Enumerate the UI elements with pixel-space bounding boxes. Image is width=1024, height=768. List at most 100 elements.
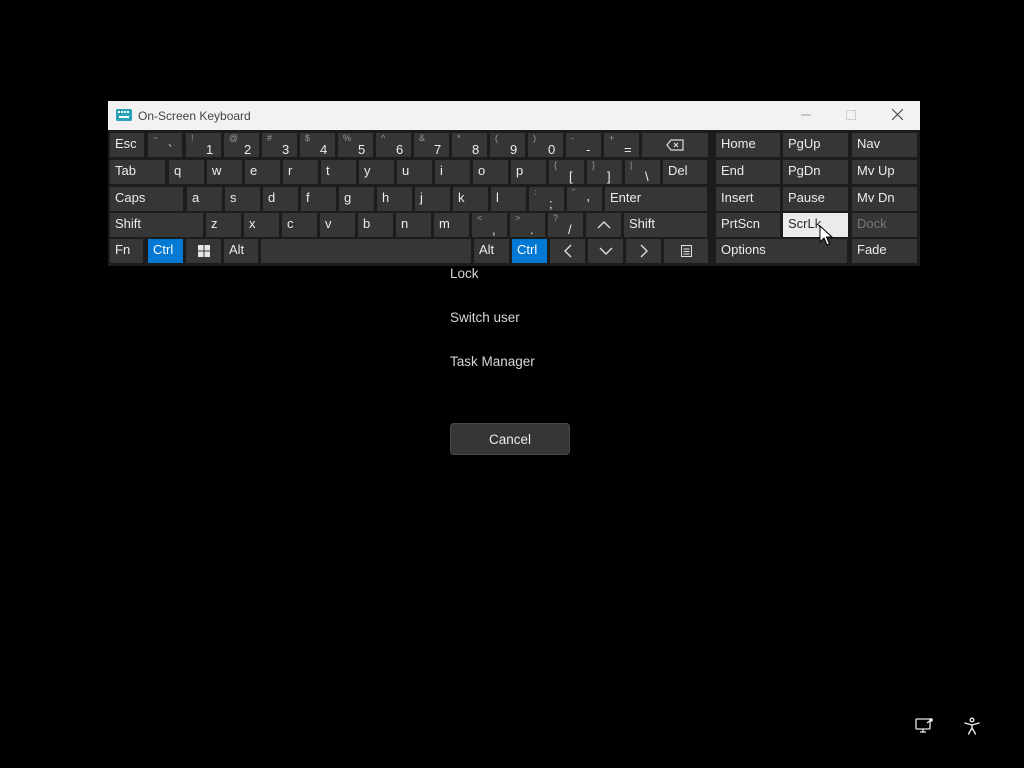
key-z[interactable]: z bbox=[206, 213, 241, 237]
accessibility-icon[interactable] bbox=[962, 716, 982, 736]
key-b[interactable]: b bbox=[358, 213, 393, 237]
key-g[interactable]: g bbox=[339, 187, 374, 211]
key-p[interactable]: p bbox=[511, 160, 546, 184]
key-h[interactable]: h bbox=[377, 187, 412, 211]
key-v[interactable]: v bbox=[320, 213, 355, 237]
key-pause[interactable]: Pause bbox=[783, 187, 848, 211]
key-u[interactable]: u bbox=[397, 160, 432, 184]
close-button[interactable] bbox=[874, 101, 920, 130]
cancel-button[interactable]: Cancel bbox=[450, 423, 570, 455]
key-left[interactable] bbox=[550, 239, 585, 263]
key-slash[interactable]: ? / bbox=[548, 213, 583, 237]
key-mvdn[interactable]: Mv Dn bbox=[852, 187, 917, 211]
title-bar[interactable]: On-Screen Keyboard bbox=[108, 101, 920, 130]
key-tab[interactable]: Tab bbox=[110, 160, 165, 184]
key-y[interactable]: y bbox=[359, 160, 394, 184]
key-esc[interactable]: Esc bbox=[110, 133, 144, 157]
switch-user-option[interactable]: Switch user bbox=[450, 310, 520, 325]
key-lctrl[interactable]: Ctrl bbox=[148, 239, 183, 263]
key-lalt[interactable]: Alt bbox=[224, 239, 258, 263]
key-1[interactable]: ! 1 bbox=[186, 133, 221, 157]
key-prtscn[interactable]: PrtScn bbox=[716, 213, 780, 237]
key-label: ; bbox=[549, 196, 553, 211]
maximize-button bbox=[828, 101, 874, 130]
key-m[interactable]: m bbox=[434, 213, 469, 237]
key-caps[interactable]: Caps bbox=[110, 187, 183, 211]
key-q[interactable]: q bbox=[169, 160, 204, 184]
key-equals[interactable]: + = bbox=[604, 133, 639, 157]
key-label: 2 bbox=[244, 142, 252, 157]
key-9[interactable]: (9 bbox=[490, 133, 525, 157]
key-minus[interactable]: -- bbox=[566, 133, 601, 157]
key-home[interactable]: Home bbox=[716, 133, 780, 157]
key-0[interactable]: ) 0 bbox=[528, 133, 563, 157]
key-2[interactable]: @2 bbox=[224, 133, 259, 157]
key-rctrl[interactable]: Ctrl bbox=[512, 239, 547, 263]
key-pgup[interactable]: PgUp bbox=[783, 133, 848, 157]
key-label: n bbox=[401, 216, 409, 231]
key-menu[interactable] bbox=[664, 239, 708, 263]
key-k[interactable]: k bbox=[453, 187, 488, 211]
key-label: r bbox=[288, 163, 293, 178]
key-e[interactable]: e bbox=[245, 160, 280, 184]
key-mvup[interactable]: Mv Up bbox=[852, 160, 917, 184]
key-6[interactable]: ^ 6 bbox=[376, 133, 411, 157]
key-a[interactable]: a bbox=[187, 187, 222, 211]
key-o[interactable]: o bbox=[473, 160, 508, 184]
key-label: 0 bbox=[548, 142, 556, 157]
key-label: b bbox=[363, 216, 371, 231]
key-t[interactable]: t bbox=[321, 160, 356, 184]
key-lbracket[interactable]: {[ bbox=[549, 160, 584, 184]
key-shift-label: $ bbox=[305, 133, 311, 143]
task-manager-option[interactable]: Task Manager bbox=[450, 354, 535, 369]
key-nav[interactable]: Nav bbox=[852, 133, 917, 157]
key-c[interactable]: c bbox=[282, 213, 317, 237]
key-pgdn[interactable]: PgDn bbox=[783, 160, 848, 184]
key-down[interactable] bbox=[588, 239, 623, 263]
key-period[interactable]: >. bbox=[510, 213, 545, 237]
key-end[interactable]: End bbox=[716, 160, 780, 184]
key-w[interactable]: w bbox=[207, 160, 242, 184]
key-fade[interactable]: Fade bbox=[852, 239, 917, 263]
key-win[interactable] bbox=[186, 239, 221, 263]
key-4[interactable]: $4 bbox=[300, 133, 335, 157]
maximize-icon bbox=[846, 107, 856, 125]
key-space[interactable] bbox=[261, 239, 471, 263]
key-backspace[interactable] bbox=[642, 133, 708, 157]
key-up[interactable] bbox=[586, 213, 621, 237]
key-dock[interactable]: Dock bbox=[852, 213, 917, 237]
key-backslash[interactable]: | \ bbox=[625, 160, 660, 184]
key-backtick[interactable]: ~ ` bbox=[148, 133, 182, 157]
key-scrlk[interactable]: ScrLk bbox=[783, 213, 848, 237]
network-icon[interactable] bbox=[914, 716, 934, 736]
key-quote[interactable]: " ' bbox=[567, 187, 602, 211]
key-7[interactable]: & 7 bbox=[414, 133, 449, 157]
key-l[interactable]: l bbox=[491, 187, 526, 211]
key-f[interactable]: f bbox=[301, 187, 336, 211]
key-semicolon[interactable]: :; bbox=[529, 187, 564, 211]
key-shift-label: + bbox=[609, 133, 615, 143]
key-fn[interactable]: Fn bbox=[110, 239, 143, 263]
key-ralt[interactable]: Alt bbox=[474, 239, 509, 263]
key-insert[interactable]: Insert bbox=[716, 187, 780, 211]
key-comma[interactable]: <, bbox=[472, 213, 507, 237]
key-enter[interactable]: Enter bbox=[605, 187, 707, 211]
key-j[interactable]: j bbox=[415, 187, 450, 211]
key-d[interactable]: d bbox=[263, 187, 298, 211]
key-x[interactable]: x bbox=[244, 213, 279, 237]
key-i[interactable]: i bbox=[435, 160, 470, 184]
key-shift-label: - bbox=[571, 133, 574, 143]
key-3[interactable]: #3 bbox=[262, 133, 297, 157]
key-right[interactable] bbox=[626, 239, 661, 263]
lock-option[interactable]: Lock bbox=[450, 266, 479, 281]
key-del[interactable]: Del bbox=[663, 160, 707, 184]
key-rbracket[interactable]: }] bbox=[587, 160, 622, 184]
key-n[interactable]: n bbox=[396, 213, 431, 237]
key-5[interactable]: % 5 bbox=[338, 133, 373, 157]
key-rshift[interactable]: Shift bbox=[624, 213, 707, 237]
key-lshift[interactable]: Shift bbox=[110, 213, 203, 237]
key-r[interactable]: r bbox=[283, 160, 318, 184]
key-8[interactable]: * 8 bbox=[452, 133, 487, 157]
key-s[interactable]: s bbox=[225, 187, 260, 211]
minimize-button[interactable] bbox=[783, 101, 829, 130]
